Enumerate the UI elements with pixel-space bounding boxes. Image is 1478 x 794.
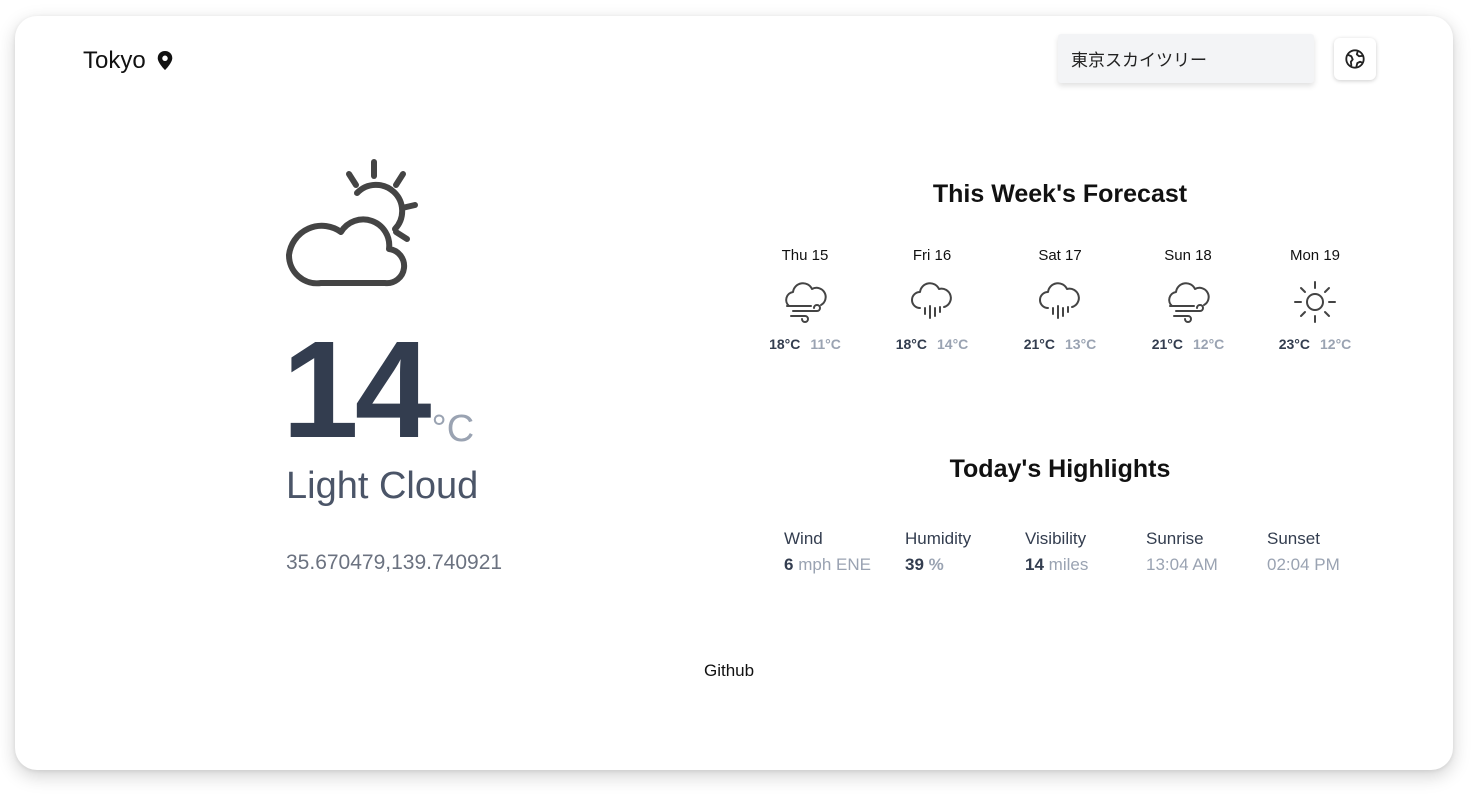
highlight-label: Visibility (1025, 529, 1087, 548)
forecast-high: 18°C (769, 336, 801, 352)
highlight-sunrise: Sunrise 13:04 AM (1146, 529, 1218, 575)
cloud-wind-icon (785, 282, 827, 323)
forecast-high: 18°C (895, 336, 927, 352)
forecast-high: 21°C (1151, 336, 1183, 352)
map-pin-icon (157, 51, 172, 71)
highlight-value: 02:04 PM (1267, 555, 1340, 574)
forecast-low: 13°C (1065, 336, 1097, 352)
highlight-value: 39 (905, 555, 924, 574)
forecast-low: 11°C (810, 336, 841, 352)
forecast-low: 12°C (1193, 336, 1225, 352)
highlight-label: Sunrise (1146, 529, 1204, 548)
highlight-label: Humidity (905, 529, 972, 548)
forecast-high: 21°C (1023, 336, 1055, 352)
location: Tokyo (83, 47, 174, 75)
sun-icon (1294, 281, 1336, 323)
weather-card: Tokyo 14 °C Light Cloud 35.670479,139.74… (15, 16, 1453, 770)
highlight-label: Sunset (1267, 529, 1320, 548)
forecast-day: Sun 18 21°C 12°C (1133, 247, 1243, 352)
highlight-humidity: Humidity 39 % (905, 529, 971, 575)
forecast-low: 12°C (1320, 336, 1352, 352)
highlights-title: Today's Highlights (949, 455, 1171, 483)
highlight-value: 6 (784, 555, 794, 574)
highlight-label: Wind (784, 529, 823, 548)
forecast-low: 14°C (937, 336, 969, 352)
forecast-title: This Week's Forecast (932, 180, 1188, 208)
cloud-wind-icon (1168, 282, 1210, 323)
partly-cloudy-icon (285, 159, 418, 287)
highlight-unit: miles (1048, 555, 1089, 574)
highlight-value: 13:04 AM (1146, 555, 1218, 574)
forecast-day-name: Fri 16 (912, 247, 952, 264)
highlight-value: 14 (1025, 555, 1044, 574)
current-temperature: 14 °C (282, 321, 474, 459)
github-link[interactable]: Github (704, 661, 754, 681)
coordinates: 35.670479,139.740921 (286, 551, 503, 574)
highlight-sunset: Sunset 02:04 PM (1267, 529, 1340, 575)
highlight-visibility: Visibility 14 miles (1025, 529, 1088, 575)
highlight-unit: mph ENE (798, 555, 871, 574)
highlight-wind: Wind 6 mph ENE (784, 529, 871, 575)
weather-condition: Light Cloud (286, 465, 479, 507)
highlight-unit: % (928, 555, 944, 574)
cloud-rain-icon (911, 282, 952, 319)
forecast-day-name: Sat 17 (1038, 247, 1082, 264)
temperature-unit: °C (431, 408, 475, 450)
globe-icon (1345, 49, 1365, 69)
forecast-day: Sat 17 21°C 13°C (1005, 247, 1115, 352)
globe-button[interactable] (1334, 38, 1376, 80)
forecast-day-name: Thu 15 (781, 247, 829, 264)
forecast-day: Fri 16 18°C 14°C (877, 247, 987, 352)
cloud-rain-icon (1039, 282, 1080, 319)
forecast-day-name: Sun 18 (1164, 247, 1212, 264)
forecast-day-name: Mon 19 (1289, 247, 1341, 264)
temperature-value: 14 (282, 313, 431, 467)
city-name: Tokyo (83, 47, 146, 74)
search-input[interactable] (1058, 34, 1314, 83)
forecast-day: Thu 15 18°C 11°C (750, 247, 860, 352)
forecast-day: Mon 19 23°C 12°C (1260, 247, 1370, 352)
forecast-high: 23°C (1278, 336, 1310, 352)
